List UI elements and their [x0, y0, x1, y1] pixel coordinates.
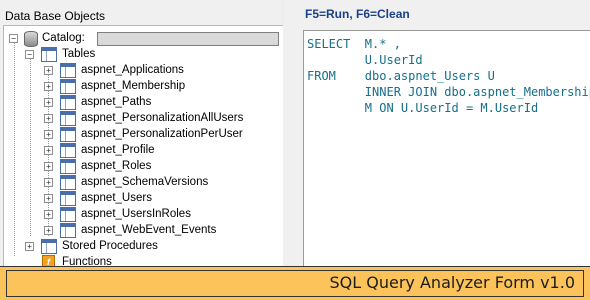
- catalog-label: Catalog:: [42, 32, 85, 44]
- stored-procedures-label[interactable]: Stored Procedures: [62, 238, 158, 254]
- table-item[interactable]: aspnet_SchemaVersions: [81, 174, 208, 190]
- table-expand-toggle[interactable]: +: [44, 226, 53, 235]
- table-expand-toggle[interactable]: +: [44, 130, 53, 139]
- table-item[interactable]: aspnet_WebEvent_Events: [81, 222, 216, 238]
- objects-panel-title: Data Base Objects: [5, 9, 106, 23]
- functions-icon: f: [42, 255, 55, 266]
- database-icon: [24, 31, 38, 47]
- shortcut-hint: F5=Run, F6=Clean: [305, 7, 410, 21]
- table-expand-toggle[interactable]: +: [44, 98, 53, 107]
- tables-collapse-toggle[interactable]: −: [25, 50, 34, 59]
- table-expand-toggle[interactable]: +: [44, 210, 53, 219]
- table-expand-toggle[interactable]: +: [44, 66, 53, 75]
- catalog-collapse-toggle[interactable]: −: [9, 34, 18, 43]
- table-expand-toggle[interactable]: +: [44, 194, 53, 203]
- banner-frame: SQL Query Analyzer Form v1.0: [6, 270, 584, 297]
- table-item[interactable]: aspnet_Membership: [81, 78, 185, 94]
- tables-folder-icon: [41, 47, 57, 62]
- table-item[interactable]: aspnet_PersonalizationPerUser: [81, 126, 243, 142]
- table-expand-toggle[interactable]: +: [44, 162, 53, 171]
- table-expand-toggle[interactable]: +: [44, 114, 53, 123]
- table-expand-toggle[interactable]: +: [44, 178, 53, 187]
- table-item[interactable]: aspnet_Users: [81, 190, 152, 206]
- table-icon: [60, 159, 76, 174]
- tree-line: [30, 56, 31, 236]
- table-expand-toggle[interactable]: +: [44, 146, 53, 155]
- table-icon: [60, 127, 76, 142]
- query-editor[interactable]: SELECT M.* , U.UserId FROM dbo.aspnet_Us…: [303, 30, 590, 266]
- table-item[interactable]: aspnet_Applications: [81, 62, 184, 78]
- table-icon: [60, 95, 76, 110]
- table-item[interactable]: aspnet_PersonalizationAllUsers: [81, 110, 243, 126]
- tree-line: [14, 40, 15, 256]
- tables-label[interactable]: Tables: [62, 46, 95, 62]
- table-icon: [60, 111, 76, 126]
- table-icon: [60, 143, 76, 158]
- query-text[interactable]: SELECT M.* , U.UserId FROM dbo.aspnet_Us…: [307, 36, 590, 116]
- table-icon: [60, 223, 76, 238]
- objects-tree[interactable]: − Catalog: − Tables + aspnet_Applications…: [3, 25, 283, 266]
- table-item[interactable]: aspnet_Roles: [81, 158, 151, 174]
- stored-procedures-expand-toggle[interactable]: +: [25, 242, 34, 251]
- query-panel: F5=Run, F6=Clean SELECT M.* , U.UserId F…: [283, 0, 590, 266]
- table-item[interactable]: aspnet_UsersInRoles: [81, 206, 191, 222]
- objects-panel: Data Base Objects − Catalog: − Tables + a…: [0, 0, 283, 266]
- table-expand-toggle[interactable]: +: [44, 82, 53, 91]
- catalog-selector[interactable]: [97, 32, 279, 46]
- stored-procedures-icon: [41, 239, 57, 254]
- table-icon: [60, 191, 76, 206]
- table-item[interactable]: aspnet_Paths: [81, 94, 151, 110]
- title-banner: SQL Query Analyzer Form v1.0: [0, 266, 590, 300]
- table-icon: [60, 63, 76, 78]
- banner-title: SQL Query Analyzer Form v1.0: [329, 273, 575, 292]
- table-item[interactable]: aspnet_Profile: [81, 142, 155, 158]
- table-icon: [60, 207, 76, 222]
- functions-label[interactable]: Functions: [62, 254, 112, 266]
- table-icon: [60, 79, 76, 94]
- table-icon: [60, 175, 76, 190]
